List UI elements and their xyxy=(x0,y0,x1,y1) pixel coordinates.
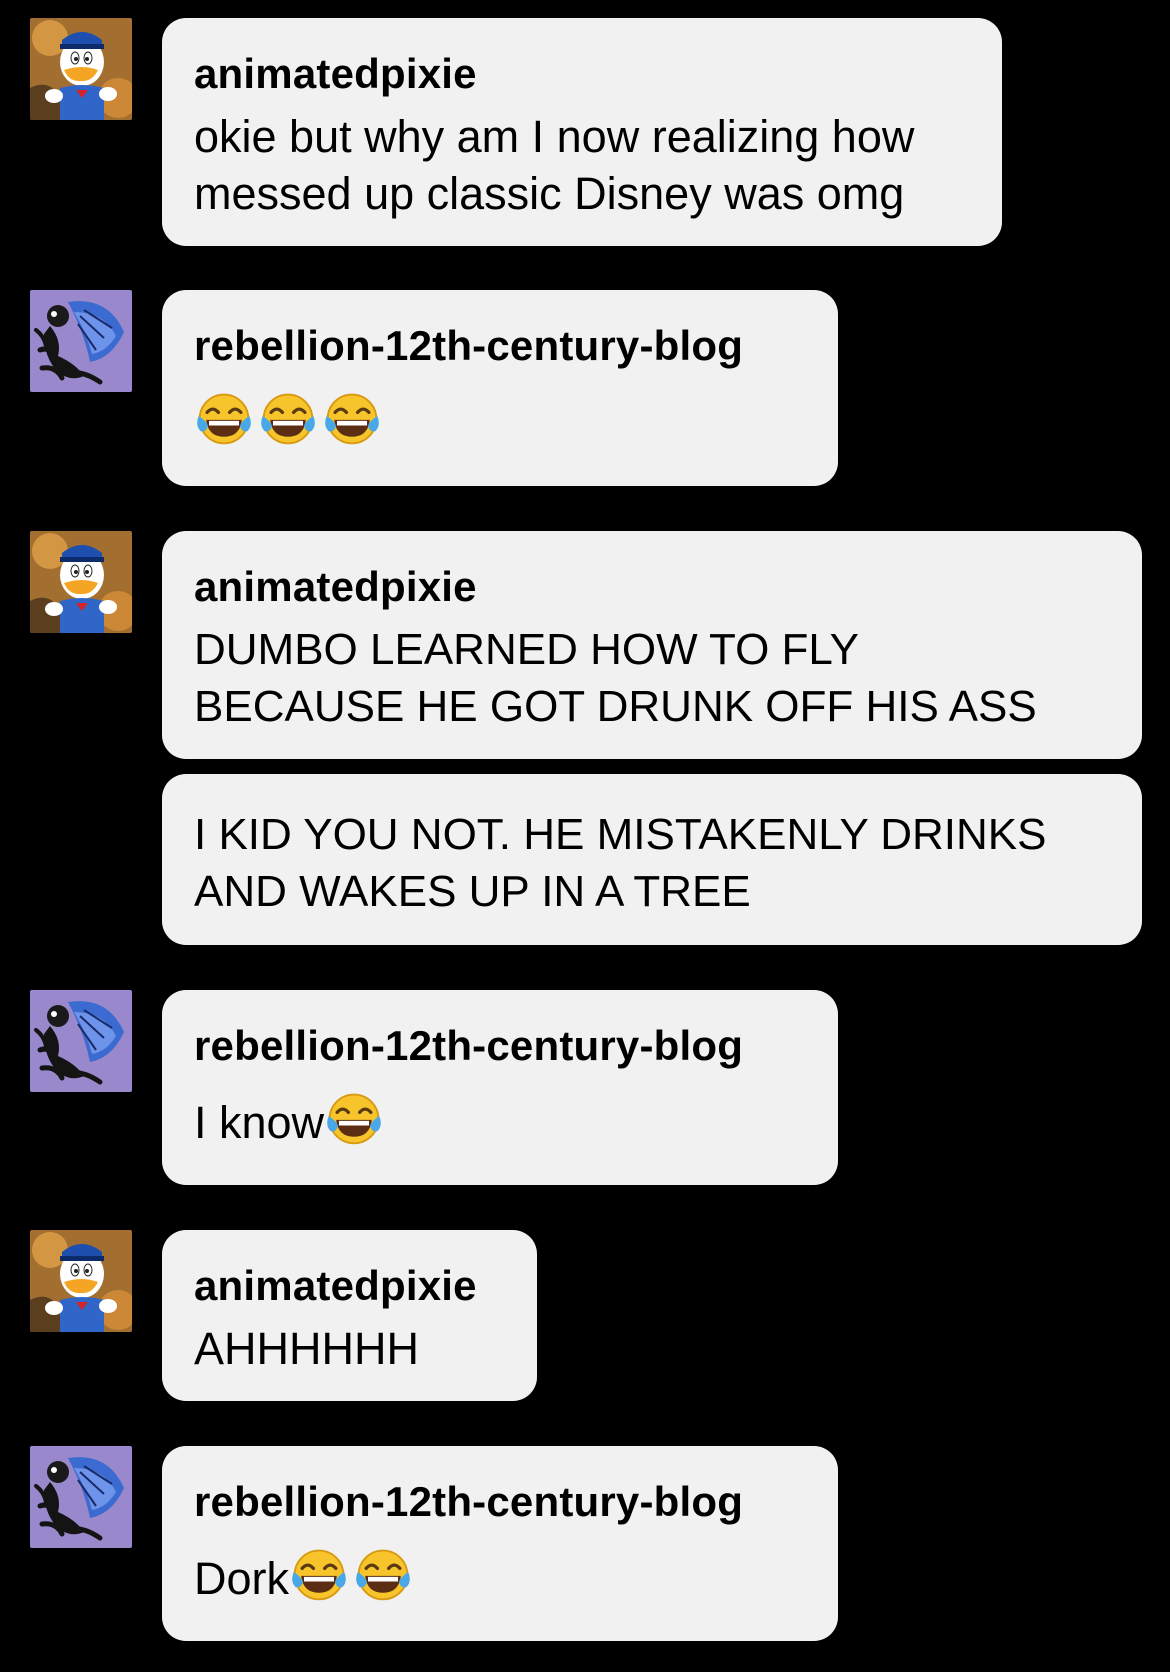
tears-of-joy-emoji-icon xyxy=(353,1544,413,1604)
sender-name[interactable]: animatedpixie xyxy=(194,1258,505,1314)
sender-name[interactable]: rebellion-12th-century-blog xyxy=(194,1018,806,1074)
chat-bubble: rebellion-12th-century-blog xyxy=(162,290,838,486)
tears-of-joy-emoji-icon xyxy=(289,1544,349,1604)
sender-name[interactable]: rebellion-12th-century-blog xyxy=(194,318,806,374)
message-text: I know xyxy=(194,1097,325,1148)
avatar[interactable] xyxy=(30,531,132,633)
sender-name[interactable]: animatedpixie xyxy=(194,46,970,102)
chat-bubble: rebellion-12th-century-blog I know xyxy=(162,990,838,1185)
winged-creature-avatar-image xyxy=(30,1446,132,1548)
message-line: I know xyxy=(194,1088,806,1151)
message-text: Dork xyxy=(194,1553,290,1604)
donald-duck-avatar-image xyxy=(30,18,132,120)
message-line: Dork xyxy=(194,1544,806,1607)
donald-duck-avatar-image xyxy=(30,1230,132,1332)
tears-of-joy-emoji-icon xyxy=(194,388,254,448)
chat-bubble: I KID YOU NOT. HE MISTAKENLY DRINKS AND … xyxy=(162,774,1142,945)
winged-creature-avatar-image xyxy=(30,290,132,392)
avatar[interactable] xyxy=(30,1230,132,1332)
chat-bubble: rebellion-12th-century-blog Dork xyxy=(162,1446,838,1641)
tears-of-joy-emoji-icon xyxy=(324,1088,384,1148)
tears-of-joy-emoji-icon xyxy=(258,388,318,448)
sender-name[interactable]: rebellion-12th-century-blog xyxy=(194,1474,806,1530)
message-text: I KID YOU NOT. HE MISTAKENLY DRINKS AND … xyxy=(194,810,1047,916)
avatar[interactable] xyxy=(30,1446,132,1548)
chat-bubble: animatedpixie AHHHHHH xyxy=(162,1230,537,1401)
donald-duck-avatar-image xyxy=(30,531,132,633)
chat-bubble: animatedpixie okie but why am I now real… xyxy=(162,18,1002,246)
emoji-row xyxy=(194,388,806,452)
winged-creature-avatar-image xyxy=(30,990,132,1092)
avatar[interactable] xyxy=(30,18,132,120)
avatar[interactable] xyxy=(30,990,132,1092)
avatar[interactable] xyxy=(30,290,132,392)
message-text: DUMBO LEARNED HOW TO FLY BECAUSE HE GOT … xyxy=(194,625,1037,731)
message-text: okie but why am I now realizing how mess… xyxy=(194,111,915,219)
chat-bubble: animatedpixie DUMBO LEARNED HOW TO FLY B… xyxy=(162,531,1142,759)
message-text: AHHHHHH xyxy=(194,1323,419,1374)
tears-of-joy-emoji-icon xyxy=(322,388,382,448)
sender-name[interactable]: animatedpixie xyxy=(194,559,1110,615)
